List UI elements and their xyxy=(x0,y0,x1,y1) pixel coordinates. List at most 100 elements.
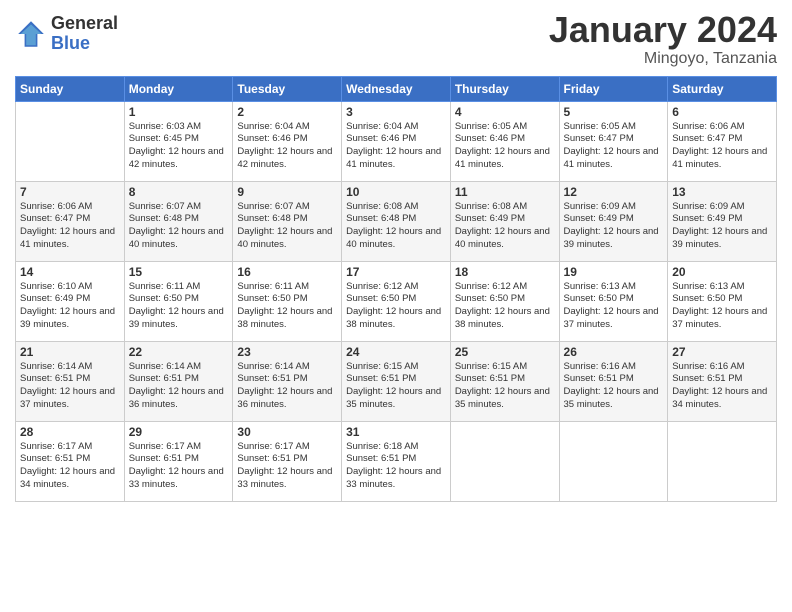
day-number: 22 xyxy=(129,345,229,359)
day-number: 30 xyxy=(237,425,337,439)
calendar-cell: 30 Sunrise: 6:17 AMSunset: 6:51 PMDayligh… xyxy=(233,421,342,501)
day-number: 16 xyxy=(237,265,337,279)
location-subtitle: Mingoyo, Tanzania xyxy=(549,50,777,68)
calendar-cell: 21 Sunrise: 6:14 AMSunset: 6:51 PMDayligh… xyxy=(16,341,125,421)
calendar-cell: 20 Sunrise: 6:13 AMSunset: 6:50 PMDayligh… xyxy=(668,261,777,341)
day-info: Sunrise: 6:12 AMSunset: 6:50 PMDaylight:… xyxy=(455,281,555,332)
day-info: Sunrise: 6:14 AMSunset: 6:51 PMDaylight:… xyxy=(129,361,229,412)
day-number: 14 xyxy=(20,265,120,279)
col-saturday: Saturday xyxy=(668,76,777,101)
day-info: Sunrise: 6:17 AMSunset: 6:51 PMDaylight:… xyxy=(20,441,120,492)
day-number: 2 xyxy=(237,105,337,119)
day-info: Sunrise: 6:05 AMSunset: 6:47 PMDaylight:… xyxy=(564,121,664,172)
calendar-cell: 10 Sunrise: 6:08 AMSunset: 6:48 PMDayligh… xyxy=(342,181,451,261)
calendar-cell xyxy=(16,101,125,181)
day-number: 17 xyxy=(346,265,446,279)
calendar-week-1: 7Sunrise: 6:06 AMSunset: 6:47 PMDaylight… xyxy=(16,181,777,261)
calendar-cell: 16Sunrise: 6:11 AMSunset: 6:50 PMDayligh… xyxy=(233,261,342,341)
day-info: Sunrise: 6:06 AMSunset: 6:47 PMDaylight:… xyxy=(672,121,772,172)
calendar-cell xyxy=(559,421,668,501)
day-info: Sunrise: 6:14 AMSunset: 6:51 PMDaylight:… xyxy=(20,361,120,412)
logo-icon xyxy=(15,18,47,50)
calendar-cell: 5 Sunrise: 6:05 AMSunset: 6:47 PMDaylight… xyxy=(559,101,668,181)
day-number: 9 xyxy=(237,185,337,199)
calendar-cell xyxy=(450,421,559,501)
day-number: 1 xyxy=(129,105,229,119)
calendar-week-2: 14 Sunrise: 6:10 AMSunset: 6:49 PMDayligh… xyxy=(16,261,777,341)
calendar-cell: 9 Sunrise: 6:07 AMSunset: 6:48 PMDaylight… xyxy=(233,181,342,261)
day-info: Sunrise: 6:07 AMSunset: 6:48 PMDaylight:… xyxy=(237,201,337,252)
calendar-cell: 8 Sunrise: 6:07 AMSunset: 6:48 PMDaylight… xyxy=(124,181,233,261)
day-number: 6 xyxy=(672,105,772,119)
col-thursday: Thursday xyxy=(450,76,559,101)
day-number: 20 xyxy=(672,265,772,279)
day-info: Sunrise: 6:16 AMSunset: 6:51 PMDaylight:… xyxy=(672,361,772,412)
day-info: Sunrise: 6:10 AMSunset: 6:49 PMDaylight:… xyxy=(20,281,120,332)
calendar-cell: 13Sunrise: 6:09 AMSunset: 6:49 PMDayligh… xyxy=(668,181,777,261)
day-info: Sunrise: 6:17 AMSunset: 6:51 PMDaylight:… xyxy=(129,441,229,492)
calendar-cell: 25 Sunrise: 6:15 AMSunset: 6:51 PMDayligh… xyxy=(450,341,559,421)
day-info: Sunrise: 6:08 AMSunset: 6:48 PMDaylight:… xyxy=(346,201,446,252)
logo: General Blue xyxy=(15,14,118,54)
day-info: Sunrise: 6:16 AMSunset: 6:51 PMDaylight:… xyxy=(564,361,664,412)
day-info: Sunrise: 6:14 AMSunset: 6:51 PMDaylight:… xyxy=(237,361,337,412)
calendar-cell: 15Sunrise: 6:11 AMSunset: 6:50 PMDayligh… xyxy=(124,261,233,341)
col-tuesday: Tuesday xyxy=(233,76,342,101)
day-number: 8 xyxy=(129,185,229,199)
day-info: Sunrise: 6:13 AMSunset: 6:50 PMDaylight:… xyxy=(564,281,664,332)
day-number: 25 xyxy=(455,345,555,359)
title-section: January 2024 Mingoyo, Tanzania xyxy=(549,10,777,68)
day-number: 10 xyxy=(346,185,446,199)
day-info: Sunrise: 6:06 AMSunset: 6:47 PMDaylight:… xyxy=(20,201,120,252)
header-row: Sunday Monday Tuesday Wednesday Thursday… xyxy=(16,76,777,101)
calendar-cell: 22 Sunrise: 6:14 AMSunset: 6:51 PMDayligh… xyxy=(124,341,233,421)
logo-text: General Blue xyxy=(51,14,118,54)
day-number: 23 xyxy=(237,345,337,359)
calendar-week-3: 21 Sunrise: 6:14 AMSunset: 6:51 PMDayligh… xyxy=(16,341,777,421)
day-info: Sunrise: 6:15 AMSunset: 6:51 PMDaylight:… xyxy=(346,361,446,412)
day-number: 28 xyxy=(20,425,120,439)
calendar-cell: 4 Sunrise: 6:05 AMSunset: 6:46 PMDaylight… xyxy=(450,101,559,181)
day-info: Sunrise: 6:05 AMSunset: 6:46 PMDaylight:… xyxy=(455,121,555,172)
calendar-week-4: 28 Sunrise: 6:17 AMSunset: 6:51 PMDayligh… xyxy=(16,421,777,501)
col-wednesday: Wednesday xyxy=(342,76,451,101)
day-number: 26 xyxy=(564,345,664,359)
col-sunday: Sunday xyxy=(16,76,125,101)
day-info: Sunrise: 6:11 AMSunset: 6:50 PMDaylight:… xyxy=(129,281,229,332)
col-friday: Friday xyxy=(559,76,668,101)
day-number: 31 xyxy=(346,425,446,439)
calendar-cell: 28 Sunrise: 6:17 AMSunset: 6:51 PMDayligh… xyxy=(16,421,125,501)
calendar-cell: 24 Sunrise: 6:15 AMSunset: 6:51 PMDayligh… xyxy=(342,341,451,421)
calendar-cell: 27Sunrise: 6:16 AMSunset: 6:51 PMDayligh… xyxy=(668,341,777,421)
day-number: 19 xyxy=(564,265,664,279)
day-number: 4 xyxy=(455,105,555,119)
day-number: 13 xyxy=(672,185,772,199)
day-info: Sunrise: 6:04 AMSunset: 6:46 PMDaylight:… xyxy=(346,121,446,172)
day-info: Sunrise: 6:13 AMSunset: 6:50 PMDaylight:… xyxy=(672,281,772,332)
day-info: Sunrise: 6:09 AMSunset: 6:49 PMDaylight:… xyxy=(564,201,664,252)
day-info: Sunrise: 6:08 AMSunset: 6:49 PMDaylight:… xyxy=(455,201,555,252)
day-info: Sunrise: 6:17 AMSunset: 6:51 PMDaylight:… xyxy=(237,441,337,492)
day-number: 5 xyxy=(564,105,664,119)
calendar-cell: 18 Sunrise: 6:12 AMSunset: 6:50 PMDayligh… xyxy=(450,261,559,341)
day-number: 21 xyxy=(20,345,120,359)
day-number: 24 xyxy=(346,345,446,359)
calendar-cell: 31Sunrise: 6:18 AMSunset: 6:51 PMDayligh… xyxy=(342,421,451,501)
calendar-cell: 2 Sunrise: 6:04 AMSunset: 6:46 PMDaylight… xyxy=(233,101,342,181)
calendar-cell: 6 Sunrise: 6:06 AMSunset: 6:47 PMDaylight… xyxy=(668,101,777,181)
calendar-cell: 3Sunrise: 6:04 AMSunset: 6:46 PMDaylight… xyxy=(342,101,451,181)
calendar-table: Sunday Monday Tuesday Wednesday Thursday… xyxy=(15,76,777,502)
day-info: Sunrise: 6:04 AMSunset: 6:46 PMDaylight:… xyxy=(237,121,337,172)
day-info: Sunrise: 6:03 AMSunset: 6:45 PMDaylight:… xyxy=(129,121,229,172)
day-number: 18 xyxy=(455,265,555,279)
day-info: Sunrise: 6:15 AMSunset: 6:51 PMDaylight:… xyxy=(455,361,555,412)
calendar-cell: 1 Sunrise: 6:03 AMSunset: 6:45 PMDaylight… xyxy=(124,101,233,181)
calendar-cell: 19 Sunrise: 6:13 AMSunset: 6:50 PMDayligh… xyxy=(559,261,668,341)
day-info: Sunrise: 6:07 AMSunset: 6:48 PMDaylight:… xyxy=(129,201,229,252)
day-number: 11 xyxy=(455,185,555,199)
col-monday: Monday xyxy=(124,76,233,101)
calendar-cell xyxy=(668,421,777,501)
page-container: General Blue January 2024 Mingoyo, Tanza… xyxy=(0,0,792,512)
calendar-cell: 11 Sunrise: 6:08 AMSunset: 6:49 PMDayligh… xyxy=(450,181,559,261)
logo-general: General xyxy=(51,14,118,34)
